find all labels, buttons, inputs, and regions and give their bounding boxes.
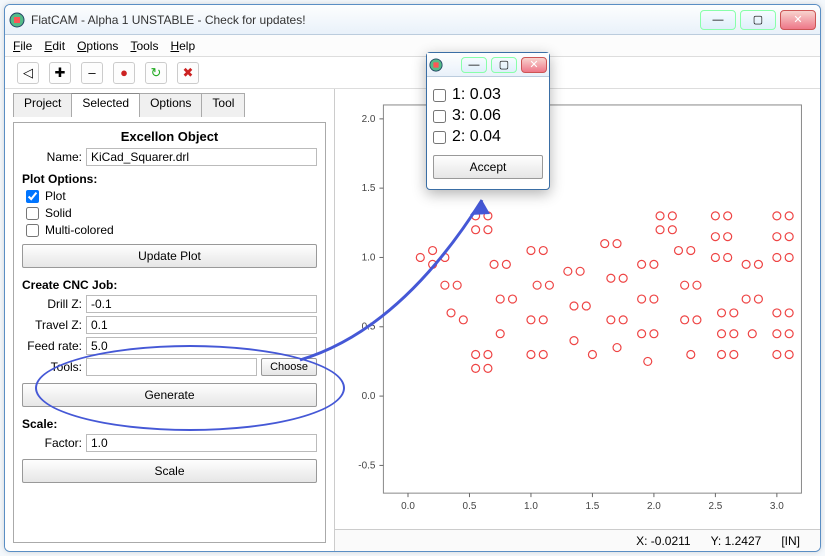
name-input[interactable] [86, 148, 317, 166]
zoom-in-button[interactable]: ✚ [49, 62, 71, 84]
minimize-button[interactable]: — [700, 10, 736, 30]
generate-button[interactable]: Generate [22, 383, 317, 407]
status-x-label: X: [636, 534, 647, 548]
drillz-label: Drill Z: [22, 297, 82, 311]
svg-text:-0.5: -0.5 [358, 460, 376, 471]
app-icon [9, 12, 25, 28]
close-button[interactable]: ✕ [780, 10, 816, 30]
travelz-input[interactable] [86, 316, 317, 334]
svg-text:0.5: 0.5 [463, 501, 477, 512]
left-panel: Project Selected Options Tool Excellon O… [5, 89, 335, 551]
redo-button[interactable]: ↻ [145, 62, 167, 84]
tool-chooser-popup: — ▢ ✕ 1: 0.03 3: 0.06 2: 0.04 Accept [426, 52, 550, 190]
tab-selected[interactable]: Selected [71, 93, 140, 117]
multicolored-checkbox-label: Multi-colored [45, 223, 114, 237]
svg-text:2.5: 2.5 [708, 501, 722, 512]
menu-help[interactable]: Help [170, 39, 195, 53]
solid-checkbox-label: Solid [45, 206, 72, 220]
drillz-input[interactable] [86, 295, 317, 313]
factor-input[interactable] [86, 434, 317, 452]
travelz-label: Travel Z: [22, 318, 82, 332]
feedrate-label: Feed rate: [22, 339, 82, 353]
menu-tools[interactable]: Tools [130, 39, 158, 53]
main-window: FlatCAM - Alpha 1 UNSTABLE - Check for u… [4, 4, 821, 552]
stop-button[interactable]: ● [113, 62, 135, 84]
plot-checkbox[interactable] [26, 190, 39, 203]
status-x-value: -0.0211 [651, 534, 691, 548]
svg-text:1.5: 1.5 [586, 501, 600, 512]
scale-button[interactable]: Scale [22, 459, 317, 483]
update-plot-button[interactable]: Update Plot [22, 244, 317, 268]
status-y-value: 1.2427 [725, 534, 762, 548]
status-y-label: Y: [711, 534, 722, 548]
multicolored-checkbox[interactable] [26, 224, 39, 237]
tool-option-3-label: 2: 0.04 [452, 128, 501, 146]
panel-tabs: Project Selected Options Tool [13, 93, 326, 117]
menubar: File Edit Options Tools Help [5, 35, 820, 57]
selected-panel: Excellon Object Name: Plot Options: Plot… [13, 122, 326, 543]
statusbar: X: -0.0211 Y: 1.2427 [IN] [335, 529, 820, 551]
solid-checkbox[interactable] [26, 207, 39, 220]
svg-text:2.0: 2.0 [647, 501, 661, 512]
menu-file[interactable]: File [13, 39, 32, 53]
svg-text:1.0: 1.0 [362, 252, 376, 263]
popup-maximize-button[interactable]: ▢ [491, 57, 517, 73]
feedrate-input[interactable] [86, 337, 317, 355]
toolbar: ◁ ✚ – ● ↻ ✖ [5, 57, 820, 89]
main-titlebar: FlatCAM - Alpha 1 UNSTABLE - Check for u… [5, 5, 820, 35]
tool-option-1-label: 1: 0.03 [452, 86, 501, 104]
nav-back-button[interactable]: ◁ [17, 62, 39, 84]
choose-button[interactable]: Choose [261, 358, 317, 376]
status-units: [IN] [781, 534, 800, 548]
tool-option-2-checkbox[interactable] [433, 110, 446, 123]
tab-project[interactable]: Project [13, 93, 72, 117]
popup-minimize-button[interactable]: — [461, 57, 487, 73]
menu-edit[interactable]: Edit [44, 39, 65, 53]
zoom-out-button[interactable]: – [81, 62, 103, 84]
svg-text:2.0: 2.0 [362, 114, 376, 125]
object-type-header: Excellon Object [22, 129, 317, 144]
clear-button[interactable]: ✖ [177, 62, 199, 84]
svg-text:1.5: 1.5 [362, 183, 376, 194]
svg-text:1.0: 1.0 [524, 501, 538, 512]
svg-text:0.0: 0.0 [362, 391, 376, 402]
name-label: Name: [22, 150, 82, 164]
factor-label: Factor: [22, 436, 82, 450]
svg-text:0.0: 0.0 [401, 501, 415, 512]
tab-tool[interactable]: Tool [201, 93, 245, 117]
right-panel: 0.0 0.5 1.0 1.5 2.0 2.5 3.0 -0.5 0.0 0.5 1.0 1.5 2.0… [335, 89, 820, 551]
accept-button[interactable]: Accept [433, 155, 543, 179]
scatter-plot-svg: 0.0 0.5 1.0 1.5 2.0 2.5 3.0 -0.5 0.0 0.5 1.0 1.5 2.0 [341, 95, 814, 523]
create-cnc-header: Create CNC Job: [22, 278, 317, 292]
plot-options-header: Plot Options: [22, 172, 317, 186]
tool-option-3-checkbox[interactable] [433, 131, 446, 144]
svg-text:0.5: 0.5 [362, 322, 376, 333]
scale-header: Scale: [22, 417, 317, 431]
tab-options[interactable]: Options [139, 93, 202, 117]
plot-checkbox-label: Plot [45, 189, 66, 203]
tools-input[interactable] [86, 358, 257, 376]
tools-label: Tools: [22, 360, 82, 374]
maximize-button[interactable]: ▢ [740, 10, 776, 30]
tool-option-1-checkbox[interactable] [433, 89, 446, 102]
popup-close-button[interactable]: ✕ [521, 57, 547, 73]
plot-canvas[interactable]: 0.0 0.5 1.0 1.5 2.0 2.5 3.0 -0.5 0.0 0.5 1.0 1.5 2.0 [341, 95, 814, 523]
window-title: FlatCAM - Alpha 1 UNSTABLE - Check for u… [31, 13, 700, 27]
popup-icon [429, 58, 443, 72]
menu-options[interactable]: Options [77, 39, 118, 53]
svg-text:3.0: 3.0 [770, 501, 784, 512]
tool-option-2-label: 3: 0.06 [452, 107, 501, 125]
